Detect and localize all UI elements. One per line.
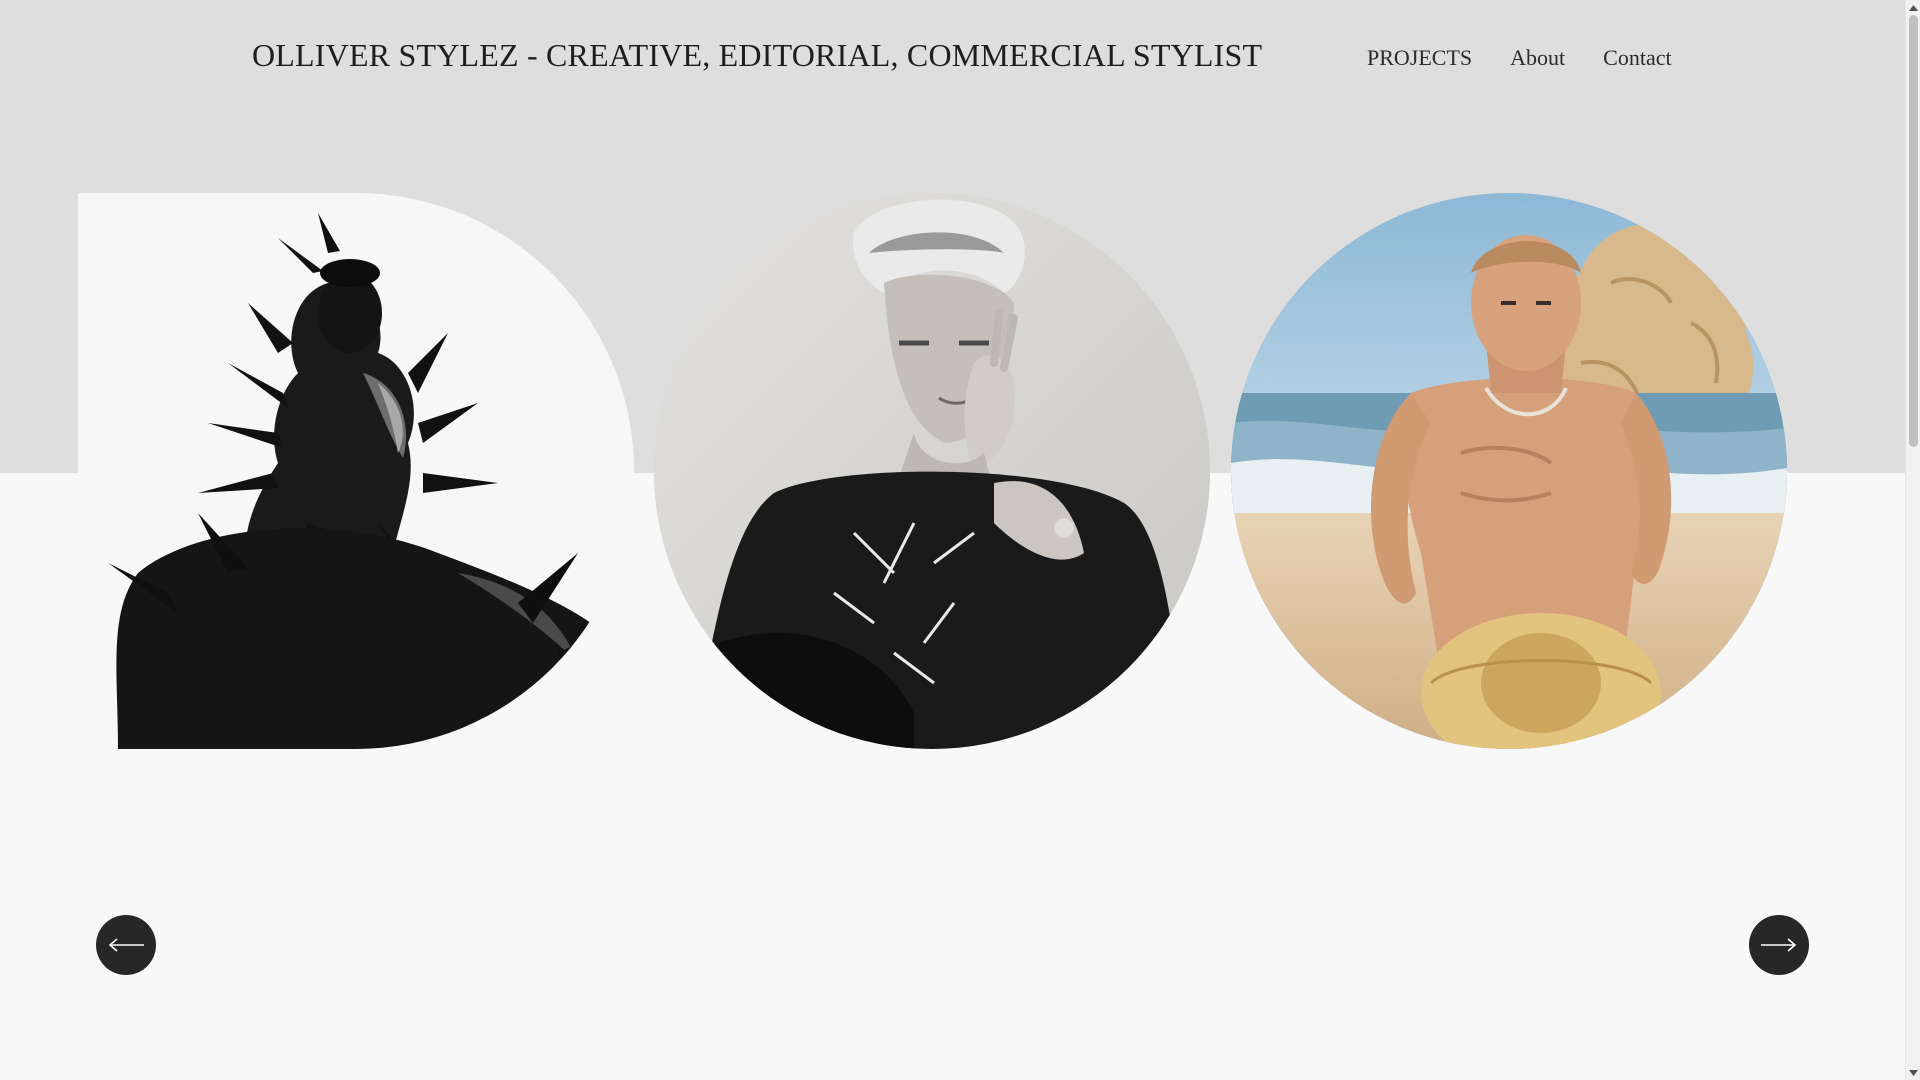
portrait-hand-on-face-image [654, 193, 1210, 749]
scroll-down-button[interactable] [1906, 1065, 1920, 1080]
nav-contact[interactable]: Contact [1603, 45, 1671, 71]
portrait-beach-hat-image [1231, 193, 1787, 749]
main-nav: PROJECTS About Contact [1350, 45, 1672, 71]
portrait-spiked-armor-image [78, 193, 634, 749]
gallery-slide-2[interactable] [654, 193, 1210, 749]
slider-next-button[interactable] [1749, 915, 1809, 975]
page-scrollbar[interactable] [1905, 0, 1920, 1080]
gallery-slide-3[interactable] [1231, 193, 1787, 749]
nav-projects[interactable]: PROJECTS [1367, 45, 1472, 71]
caret-up-icon [1909, 4, 1918, 11]
nav-about[interactable]: About [1510, 45, 1565, 71]
scroll-up-button[interactable] [1906, 0, 1920, 15]
slider-prev-button[interactable] [96, 915, 156, 975]
site-title[interactable]: OLLIVER STYLEZ - CREATIVE, EDITORIAL, CO… [252, 37, 1262, 74]
scrollbar-thumb[interactable] [1909, 15, 1918, 447]
arrow-right-icon [1761, 938, 1797, 952]
gallery-slide-1[interactable] [78, 193, 634, 749]
arrow-left-icon [108, 938, 144, 952]
caret-down-icon [1909, 1069, 1918, 1076]
page: OLLIVER STYLEZ - CREATIVE, EDITORIAL, CO… [0, 0, 1920, 1080]
